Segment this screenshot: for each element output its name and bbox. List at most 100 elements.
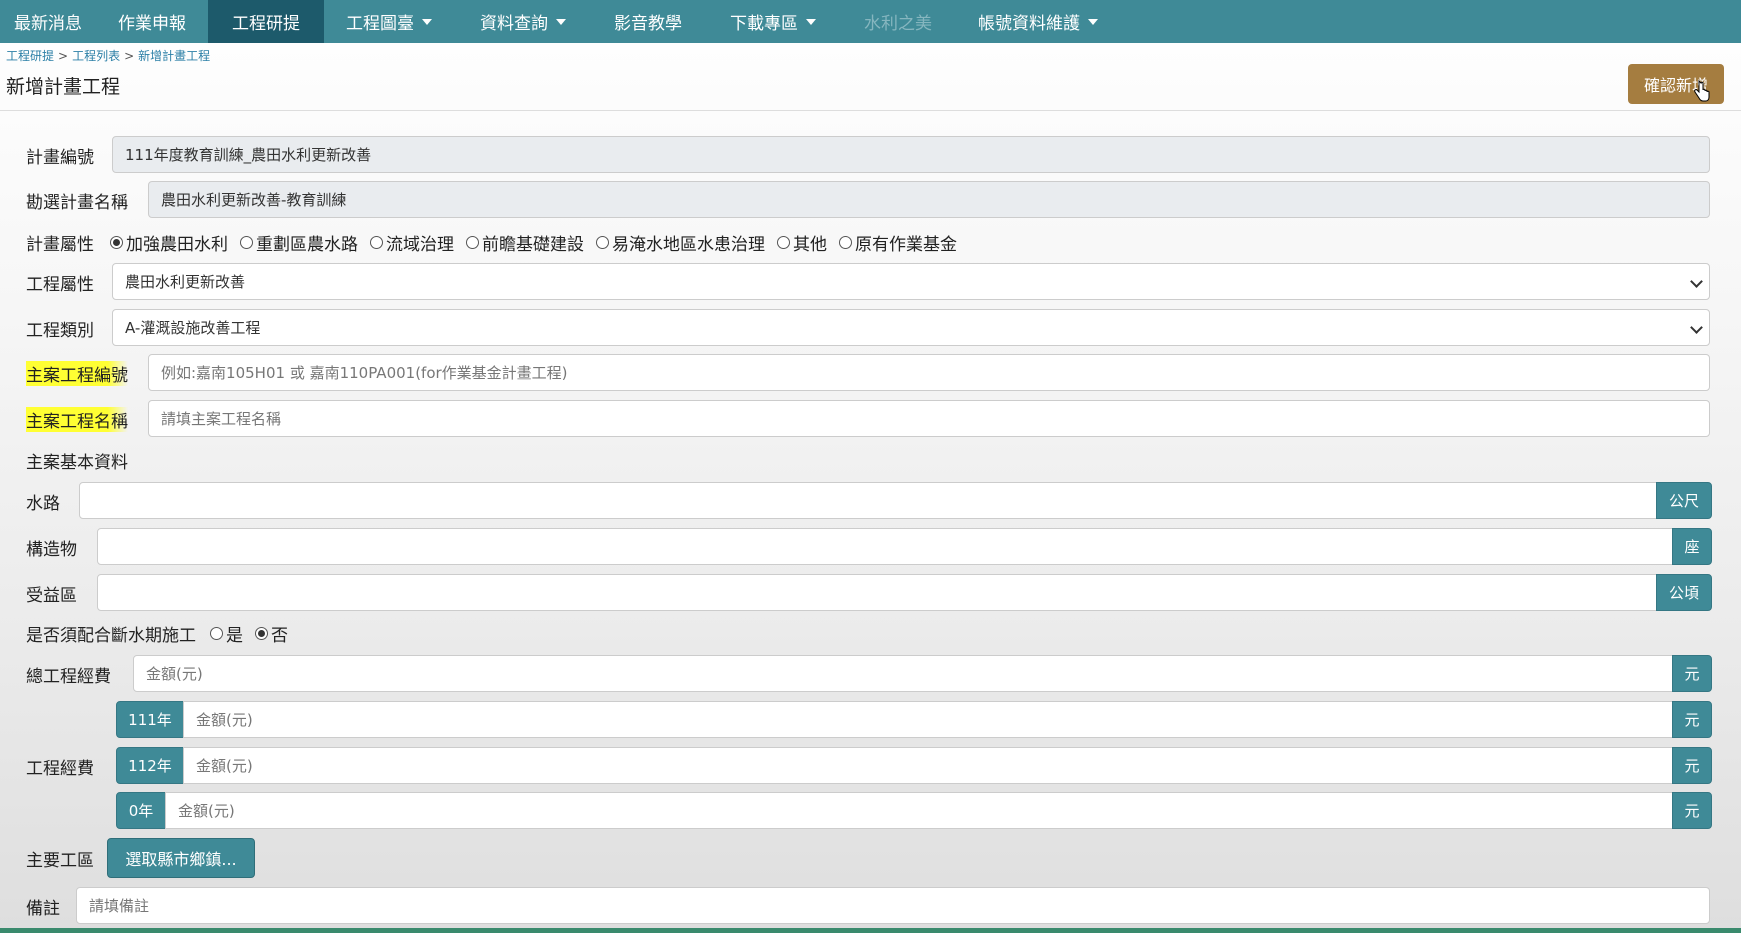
main-name-input[interactable]: 請填主案工程名稱: [148, 400, 1710, 437]
structure-unit: 座: [1672, 528, 1712, 565]
benefit-area-input[interactable]: [97, 574, 1657, 611]
radio-icon: [596, 235, 609, 249]
caret-down-icon: [806, 18, 816, 25]
nav-item-water-beauty[interactable]: 水利之美: [850, 0, 946, 43]
cost-year-112-badge: 112年: [116, 747, 184, 784]
project-attr-label: 工程屬性: [26, 274, 94, 295]
project-attr-select[interactable]: 農田水利更新改善: [112, 263, 1710, 300]
waterway-input[interactable]: [79, 482, 1657, 519]
water-cut-yes-option[interactable]: 是: [210, 621, 243, 646]
remark-row: 備註: [26, 887, 60, 925]
cost-year-111-unit: 元: [1672, 701, 1712, 738]
caret-down-icon: [556, 18, 566, 25]
project-type-label: 工程類別: [26, 320, 94, 341]
cost-label: 工程經費: [26, 758, 94, 779]
radio-label: 重劃區農水路: [256, 234, 358, 255]
plan-code-field[interactable]: 111年度教育訓練_農田水利更新改善: [112, 136, 1710, 173]
radio-icon: [240, 235, 253, 249]
nav-label: 資料查詢: [480, 14, 548, 34]
radio-label: 流域治理: [386, 234, 454, 255]
nav-label: 作業申報: [118, 14, 186, 34]
nav-label: 帳號資料維護: [978, 14, 1080, 34]
remark-label: 備註: [26, 898, 60, 919]
radio-icon: [370, 235, 383, 249]
nav-label: 最新消息: [14, 14, 82, 34]
cost-row: 工程經費: [26, 747, 94, 785]
basic-section-row: 主案基本資料: [26, 441, 128, 479]
radio-icon: [839, 235, 852, 249]
plan-attr-option-3[interactable]: 流域治理: [370, 230, 454, 255]
selected-plan-field[interactable]: 農田水利更新改善-教育訓練: [148, 181, 1710, 218]
project-attr-row: 工程屬性: [26, 263, 94, 301]
main-code-input[interactable]: 例如:嘉南105H01 或 嘉南110PA001(for作業基金計畫工程): [148, 354, 1710, 391]
plan-attr-label: 計畫屬性: [26, 234, 94, 255]
water-cut-label: 是否須配合斷水期施工: [26, 625, 196, 646]
main-name-row: 主案工程名稱: [26, 400, 128, 438]
cost-year-112-input[interactable]: 金額(元): [183, 747, 1673, 784]
water-cut-no-option[interactable]: 否: [255, 621, 288, 646]
breadcrumb-current[interactable]: 新增計畫工程: [138, 49, 210, 63]
radio-selected-icon: [110, 235, 123, 249]
basic-section-heading: 主案基本資料: [26, 452, 128, 473]
total-cost-row: 總工程經費: [26, 655, 111, 693]
selected-plan-label: 勘選計畫名稱: [26, 192, 128, 213]
radio-label: 易淹水地區水患治理: [612, 234, 765, 255]
nav-item-data-query[interactable]: 資料查詢: [466, 0, 580, 43]
plan-attr-option-6[interactable]: 其他: [777, 230, 827, 255]
work-area-row: 主要工區: [26, 839, 94, 877]
plan-attr-option-2[interactable]: 重劃區農水路: [240, 230, 358, 255]
caret-down-icon: [1088, 18, 1098, 25]
confirm-add-button[interactable]: 確認新增: [1628, 64, 1724, 104]
waterway-row: 水路: [26, 482, 60, 520]
breadcrumb-link-proposal[interactable]: 工程研提: [6, 49, 54, 63]
cost-year-0-badge: 0年: [116, 792, 166, 829]
remark-input[interactable]: 請填備註: [76, 887, 1710, 924]
nav-label: 影音教學: [614, 14, 682, 34]
nav-item-downloads[interactable]: 下載專區: [716, 0, 830, 43]
total-cost-input[interactable]: 金額(元): [133, 655, 1673, 692]
bottom-bar: [0, 928, 1741, 933]
nav-item-report[interactable]: 作業申報: [104, 0, 200, 43]
nav-item-project-map[interactable]: 工程圖臺: [332, 0, 446, 43]
main-code-label: 主案工程編號: [26, 360, 128, 386]
radio-label: 原有作業基金: [855, 234, 957, 255]
plan-attr-option-4[interactable]: 前瞻基礎建設: [466, 230, 584, 255]
cost-year-0-input[interactable]: 金額(元): [165, 792, 1673, 829]
top-navbar: 最新消息 作業申報 工程研提 工程圖臺 資料查詢 影音教學 下載專區 水利之美 …: [0, 0, 1741, 43]
structure-input[interactable]: [97, 528, 1673, 565]
select-district-button[interactable]: 選取縣市鄉鎮...: [107, 838, 255, 878]
nav-label: 工程研提: [232, 14, 300, 34]
benefit-area-unit: 公頃: [1656, 574, 1712, 611]
nav-label: 水利之美: [864, 14, 932, 34]
structure-label: 構造物: [26, 539, 77, 560]
cost-year-0-unit: 元: [1672, 792, 1712, 829]
plan-attr-option-7[interactable]: 原有作業基金: [839, 230, 957, 255]
plan-attr-radio-group: 加強農田水利 重劃區農水路 流域治理 前瞻基礎建設 易淹水地區水患治理 其他 原…: [110, 230, 969, 255]
plan-code-row: 計畫編號: [26, 136, 94, 174]
total-cost-unit: 元: [1672, 655, 1712, 692]
waterway-label: 水路: [26, 493, 60, 514]
radio-label: 其他: [793, 234, 827, 255]
nav-item-video-tutorial[interactable]: 影音教學: [600, 0, 696, 43]
plan-attr-option-5[interactable]: 易淹水地區水患治理: [596, 230, 765, 255]
radio-label: 是: [226, 625, 243, 646]
nav-label: 工程圖臺: [346, 14, 414, 34]
plan-attr-option-1[interactable]: 加強農田水利: [110, 230, 228, 255]
benefit-area-label: 受益區: [26, 585, 77, 606]
radio-label: 加強農田水利: [126, 234, 228, 255]
chevron-down-icon: [1690, 275, 1703, 288]
nav-item-news[interactable]: 最新消息: [0, 0, 96, 43]
cost-year-112-unit: 元: [1672, 747, 1712, 784]
select-value: 農田水利更新改善: [125, 273, 246, 291]
plan-attr-row: 計畫屬性: [26, 223, 94, 261]
project-type-select[interactable]: A-灌溉設施改善工程: [112, 309, 1710, 346]
breadcrumb-link-list[interactable]: 工程列表: [72, 49, 120, 63]
header-divider: [0, 110, 1741, 111]
cost-year-111-badge: 111年: [116, 701, 184, 738]
nav-item-project-proposal[interactable]: 工程研提: [208, 0, 324, 43]
caret-down-icon: [422, 18, 432, 25]
cost-year-111-input[interactable]: 金額(元): [183, 701, 1673, 738]
waterway-unit: 公尺: [1656, 482, 1712, 519]
breadcrumb: 工程研提 > 工程列表 > 新增計畫工程: [6, 47, 210, 64]
nav-item-account[interactable]: 帳號資料維護: [964, 0, 1112, 43]
